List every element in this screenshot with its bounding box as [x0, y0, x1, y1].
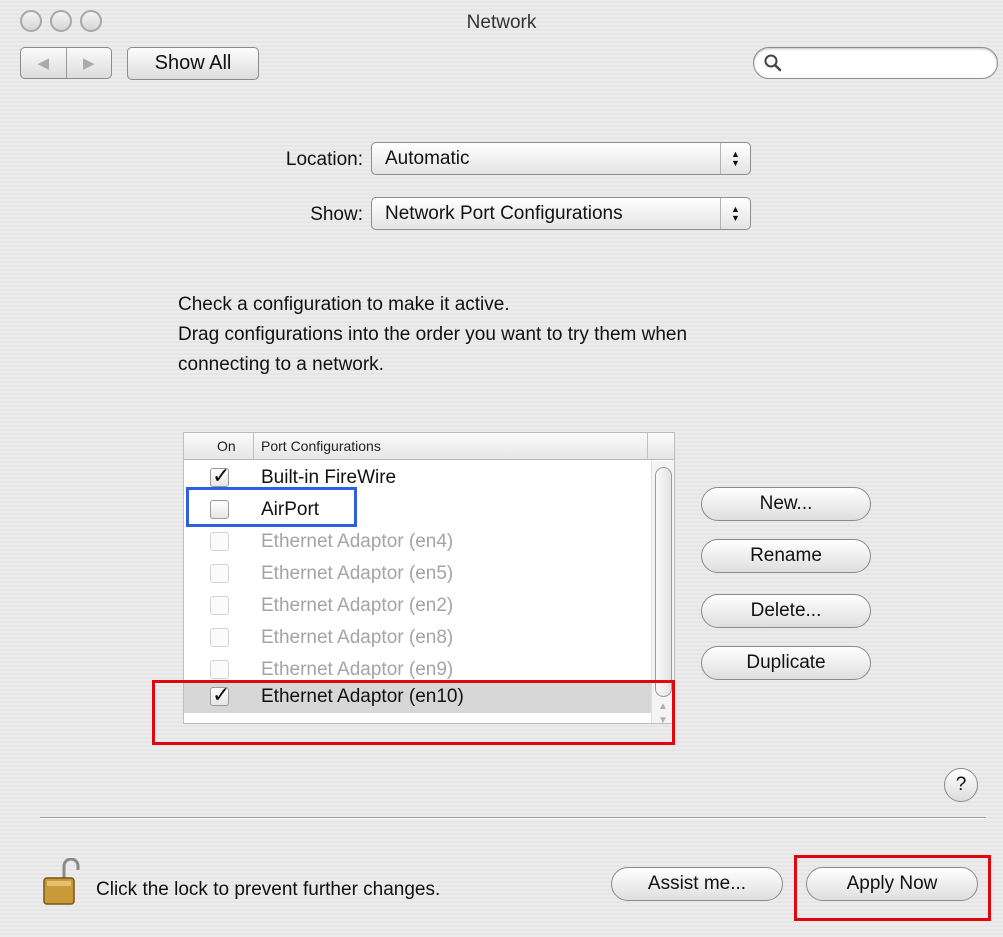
rename-button[interactable]: Rename	[701, 539, 871, 573]
row-label: Ethernet Adaptor (en9)	[261, 659, 454, 679]
table-row[interactable]: Ethernet Adaptor (en2)	[184, 590, 651, 622]
highlight-box-airport	[186, 487, 357, 527]
row-label: Ethernet Adaptor (en8)	[261, 627, 454, 648]
row-label: Ethernet Adaptor (en5)	[261, 563, 454, 584]
instruction-line: Check a configuration to make it active.	[178, 294, 510, 315]
table-row[interactable]: Ethernet Adaptor (en9)	[184, 654, 651, 679]
instruction-line: connecting to a network.	[178, 354, 384, 375]
apply-now-button[interactable]: Apply Now	[806, 867, 978, 901]
show-popup[interactable]: Network Port Configurations ▲ ▼	[371, 197, 751, 230]
new-button[interactable]: New...	[701, 487, 871, 521]
title-bar: Network	[0, 0, 1003, 40]
header-divider	[647, 433, 648, 459]
highlight-box-en10	[152, 680, 675, 745]
show-label: Show:	[310, 204, 363, 225]
popup-arrows-icon: ▲ ▼	[720, 143, 750, 174]
search-input[interactable]	[786, 51, 986, 75]
row-checkbox	[210, 532, 229, 551]
unlocked-padlock-icon[interactable]	[42, 858, 80, 906]
forward-button[interactable]: ▶	[65, 48, 112, 78]
table-row[interactable]: Ethernet Adaptor (en5)	[184, 558, 651, 590]
forward-arrow-icon: ▶	[82, 55, 95, 72]
table-row[interactable]: Ethernet Adaptor (en8)	[184, 622, 651, 654]
popup-arrows-icon: ▲ ▼	[720, 198, 750, 229]
delete-button[interactable]: Delete...	[701, 594, 871, 628]
checkmark-icon: ✓	[212, 463, 231, 488]
table-row[interactable]: Ethernet Adaptor (en4)	[184, 526, 651, 558]
lock-status-text: Click the lock to prevent further change…	[96, 879, 441, 900]
location-popup[interactable]: Automatic ▲ ▼	[371, 142, 751, 175]
scrollbar-thumb[interactable]	[655, 467, 672, 697]
window-title: Network	[466, 12, 537, 33]
search-icon	[764, 54, 782, 72]
help-button[interactable]: ?	[944, 768, 978, 802]
location-label: Location:	[285, 149, 363, 170]
location-value: Automatic	[385, 147, 470, 169]
show-all-button[interactable]: Show All	[127, 47, 259, 80]
instruction-line: Drag configurations into the order you w…	[178, 324, 688, 345]
instructions: Check a configuration to make it active.…	[178, 290, 878, 380]
row-label: Ethernet Adaptor (en4)	[261, 531, 454, 552]
back-arrow-icon: ◀	[37, 55, 50, 72]
table-header: On Port Configurations	[184, 433, 674, 460]
row-label: Built-in FireWire	[261, 467, 397, 488]
duplicate-button[interactable]: Duplicate	[701, 646, 871, 680]
row-checkbox	[210, 564, 229, 583]
back-forward-control: ◀ ▶	[20, 47, 112, 79]
row-checkbox[interactable]: ✓	[210, 463, 230, 488]
back-button[interactable]: ◀	[21, 48, 66, 78]
column-header-port-configurations[interactable]: Port Configurations	[261, 438, 381, 454]
search-field[interactable]	[753, 47, 998, 79]
row-checkbox	[210, 596, 229, 615]
divider	[40, 817, 986, 818]
row-checkbox	[210, 660, 229, 679]
column-header-on[interactable]: On	[184, 433, 254, 459]
show-value: Network Port Configurations	[385, 202, 623, 224]
row-checkbox	[210, 628, 229, 647]
row-label: Ethernet Adaptor (en2)	[261, 595, 454, 616]
assist-me-button[interactable]: Assist me...	[611, 867, 783, 901]
network-preferences-window: Network ◀ ▶ Show All Location: Automatic…	[0, 0, 1003, 937]
